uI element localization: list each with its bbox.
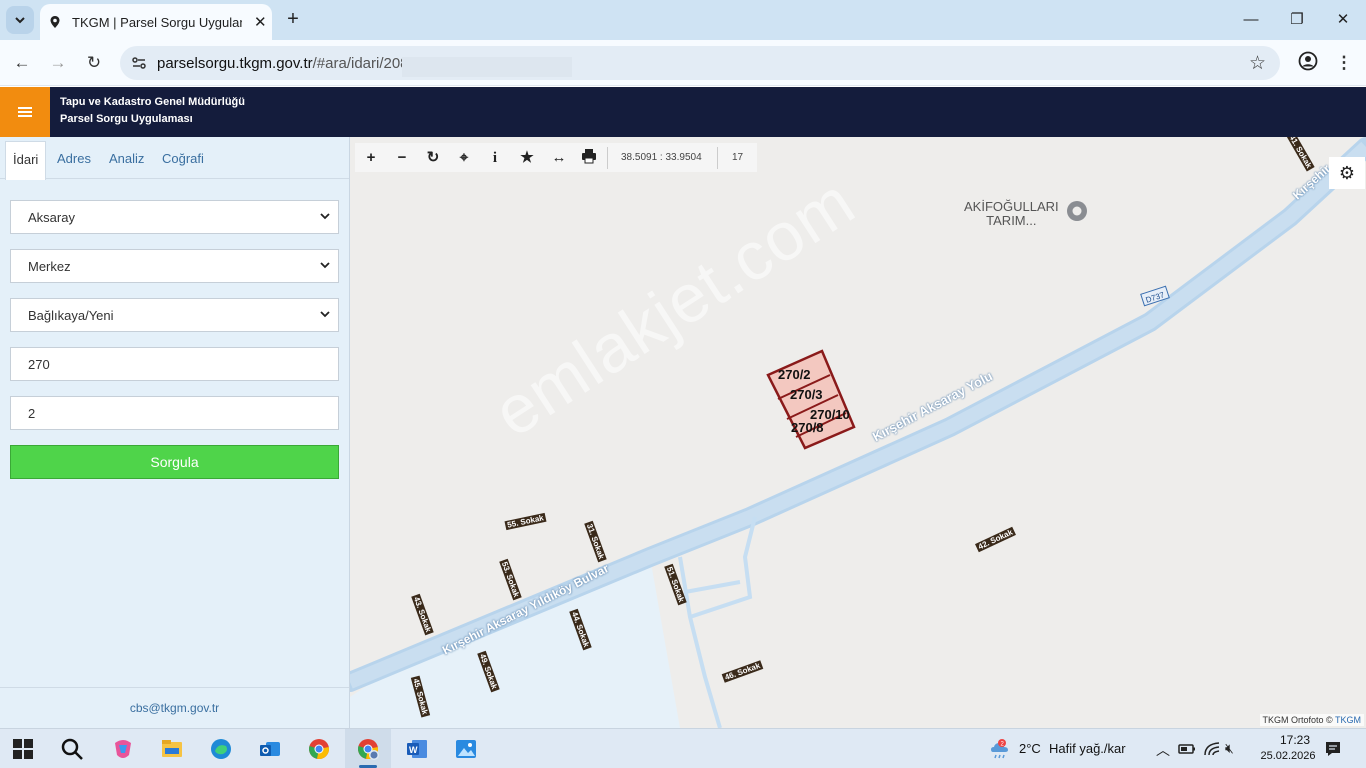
attribution-text: TKGM Ortofoto © (1262, 715, 1333, 725)
url-redaction (402, 57, 572, 77)
org-name: Tapu ve Kadastro Genel Müdürlüğü (60, 96, 245, 108)
chrome-profile-icon (358, 739, 379, 760)
poi-name-line1: AKİFOĞULLARI (964, 199, 1059, 214)
weather-icon[interactable]: 2 (988, 737, 1012, 761)
restore-icon[interactable]: ❐ (1285, 8, 1309, 32)
app-name: Parsel Sorgu Uygulaması (60, 113, 193, 125)
close-tab-icon[interactable]: ✕ (254, 13, 267, 31)
browser-tab-active[interactable]: TKGM | Parsel Sorgu Uygulamas ✕ (40, 4, 272, 40)
map-view[interactable]: D737 emlakjet.com 270/2 270/3 270/10 270… (350, 137, 1366, 728)
copilot-icon[interactable] (111, 737, 135, 761)
measure-icon[interactable]: ↔ (549, 148, 569, 168)
new-tab-button[interactable]: + (282, 8, 304, 30)
footer-email-link[interactable]: cbs@tkgm.gov.tr (0, 701, 349, 715)
hamburger-menu-button[interactable] (0, 87, 50, 137)
edge-icon[interactable] (209, 737, 233, 761)
panel-divider (0, 687, 349, 688)
parcel-label: 270/8 (791, 420, 824, 435)
chevron-down-icon (15, 17, 25, 24)
favorite-star-icon[interactable]: ★ (517, 148, 537, 168)
search-icon[interactable] (60, 737, 84, 761)
clock-time[interactable]: 17:23 (1265, 733, 1325, 747)
query-panel: İdari Adres Analiz Coğrafi Aksaray Merke… (0, 137, 350, 728)
toolbar-divider (607, 147, 608, 169)
poi-label: AKİFOĞULLARI TARIM... (964, 200, 1059, 228)
zoom-level: 17 (732, 152, 744, 163)
url-text: parselsorgu.tkgm.gov.tr/#ara/idari/2081 (157, 55, 417, 72)
wifi-icon[interactable] (1203, 741, 1221, 757)
url-omnibox[interactable]: parselsorgu.tkgm.gov.tr/#ara/idari/2081 … (120, 46, 1280, 80)
parcel-label: 270/3 (790, 387, 823, 402)
outlook-icon[interactable] (258, 737, 282, 761)
attribution-link[interactable]: TKGM (1335, 715, 1361, 725)
windows-start-icon[interactable] (13, 739, 33, 759)
minimize-icon[interactable]: — (1239, 8, 1263, 32)
tab-adres[interactable]: Adres (57, 151, 91, 166)
tab-idari[interactable]: İdari (5, 141, 46, 180)
chevron-down-icon (320, 213, 330, 220)
print-icon[interactable] (581, 148, 601, 168)
clock-date[interactable]: 25.02.2026 (1258, 750, 1318, 762)
window-close-icon[interactable]: ✕ (1331, 8, 1355, 32)
parsel-value: 2 (28, 406, 36, 421)
chevron-down-icon (320, 311, 330, 318)
app-header: Tapu ve Kadastro Genel Müdürlüğü Parsel … (0, 87, 1366, 137)
zoom-in-icon[interactable]: + (361, 148, 381, 168)
taskbar-active-app[interactable] (345, 729, 391, 768)
toolbar-divider (717, 147, 718, 169)
url-host: parselsorgu.tkgm.gov.tr (157, 55, 313, 72)
tab-cografi[interactable]: Coğrafi (162, 151, 204, 166)
ilce-select[interactable]: Merkez (10, 249, 339, 283)
ilce-value: Merkez (28, 259, 71, 274)
browser-menu-icon[interactable]: ⋮ (1332, 51, 1356, 75)
weather-temperature: 2°C (1019, 741, 1041, 756)
map-toolbar: + − ↻ ⌖ i ★ ↔ 38.5091 : 33.9504 17 (355, 143, 757, 172)
il-select[interactable]: Aksaray (10, 200, 339, 234)
hamburger-icon (18, 111, 32, 113)
info-icon[interactable]: i (485, 148, 505, 168)
volume-muted-icon[interactable]: 🔇︎ (1225, 740, 1234, 757)
tab-search-button[interactable] (6, 6, 34, 34)
svg-text:W: W (409, 745, 418, 755)
reload-icon[interactable]: ↻ (82, 51, 106, 75)
profile-icon[interactable] (1296, 51, 1320, 75)
query-tabs: İdari Adres Analiz Coğrafi (0, 137, 349, 180)
parcel-label: 270/2 (778, 367, 811, 382)
ada-input[interactable]: 270 (10, 347, 339, 381)
site-info-icon[interactable] (130, 54, 148, 72)
weather-description: Hafif yağ./kar (1049, 741, 1126, 756)
map-pin-icon (50, 16, 60, 28)
poi-name-line2: TARIM... (986, 213, 1037, 228)
back-arrow-icon[interactable]: ← (10, 51, 34, 75)
tab-analiz[interactable]: Analiz (109, 151, 144, 166)
locate-icon[interactable]: ⌖ (454, 148, 474, 168)
windows-taskbar: W 2 2°C Hafif yağ./kar ︿ 🔇︎ 17:23 25.02.… (0, 728, 1366, 768)
map-attribution: TKGM Ortofoto © TKGM (1259, 714, 1364, 726)
refresh-icon[interactable]: ↻ (423, 148, 443, 168)
file-explorer-icon[interactable] (160, 737, 184, 761)
mahalle-value: Bağlıkaya/Yeni (28, 308, 114, 323)
chevron-up-icon[interactable]: ︿ (1156, 740, 1170, 760)
mahalle-select[interactable]: Bağlıkaya/Yeni (10, 298, 339, 332)
word-icon[interactable]: W (405, 737, 429, 761)
chrome-icon[interactable] (307, 737, 331, 761)
chevron-down-icon (320, 262, 330, 269)
sorgula-button[interactable]: Sorgula (10, 445, 339, 479)
parsel-input[interactable]: 2 (10, 396, 339, 430)
battery-icon[interactable] (1178, 741, 1196, 757)
zoom-out-icon[interactable]: − (392, 148, 412, 168)
coordinates-readout: 38.5091 : 33.9504 (621, 152, 702, 163)
bookmark-star-icon[interactable]: ☆ (1249, 52, 1266, 75)
forward-arrow-icon[interactable]: → (46, 51, 70, 75)
address-toolbar: ← → ↻ parselsorgu.tkgm.gov.tr/#ara/idari… (0, 40, 1366, 86)
map-settings-gear-icon[interactable]: ⚙ (1329, 157, 1365, 189)
notification-icon[interactable] (1324, 740, 1342, 758)
ada-value: 270 (28, 357, 50, 372)
photos-icon[interactable] (454, 737, 478, 761)
il-value: Aksaray (28, 210, 75, 225)
browser-tab-bar: TKGM | Parsel Sorgu Uygulamas ✕ + — ❐ ✕ (0, 0, 1366, 40)
tab-title: TKGM | Parsel Sorgu Uygulamas (72, 14, 242, 30)
